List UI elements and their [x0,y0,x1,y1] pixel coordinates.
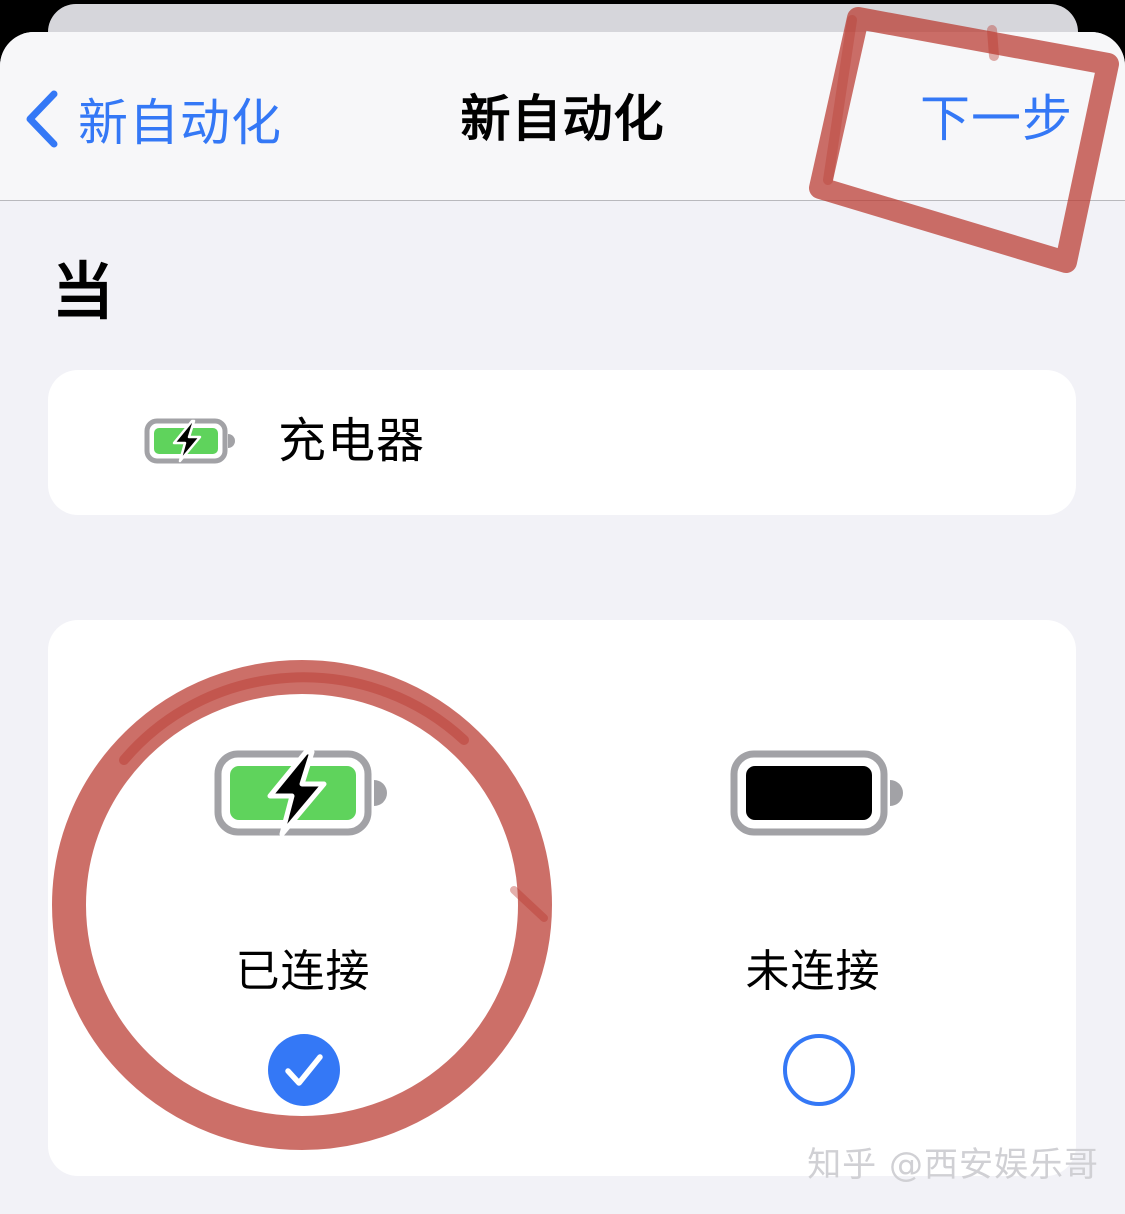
new-automation-sheet: 新自动化 新自动化 下一步 当 充电器 已连接 未连接 知乎 @西安娱乐哥 [0,32,1125,1214]
battery-full-icon [730,750,903,836]
option-connected[interactable]: 已连接 [48,620,562,1176]
trigger-card[interactable]: 充电器 [48,370,1076,515]
connection-options-card: 已连接 未连接 [48,620,1076,1176]
battery-charging-icon [144,418,235,464]
option-connected-label: 已连接 [235,946,371,997]
radio-unselected[interactable] [783,1034,855,1106]
trigger-label: 充电器 [278,413,426,469]
section-title: 当 [52,255,115,328]
option-disconnected[interactable]: 未连接 [562,620,1076,1176]
checkmark-icon [285,1054,323,1086]
battery-charging-icon [214,750,387,836]
option-disconnected-label: 未连接 [745,946,881,997]
next-button[interactable]: 下一步 [920,84,1073,154]
checkmark-selected[interactable] [268,1034,340,1106]
navigation-bar: 新自动化 新自动化 下一步 [0,32,1125,201]
